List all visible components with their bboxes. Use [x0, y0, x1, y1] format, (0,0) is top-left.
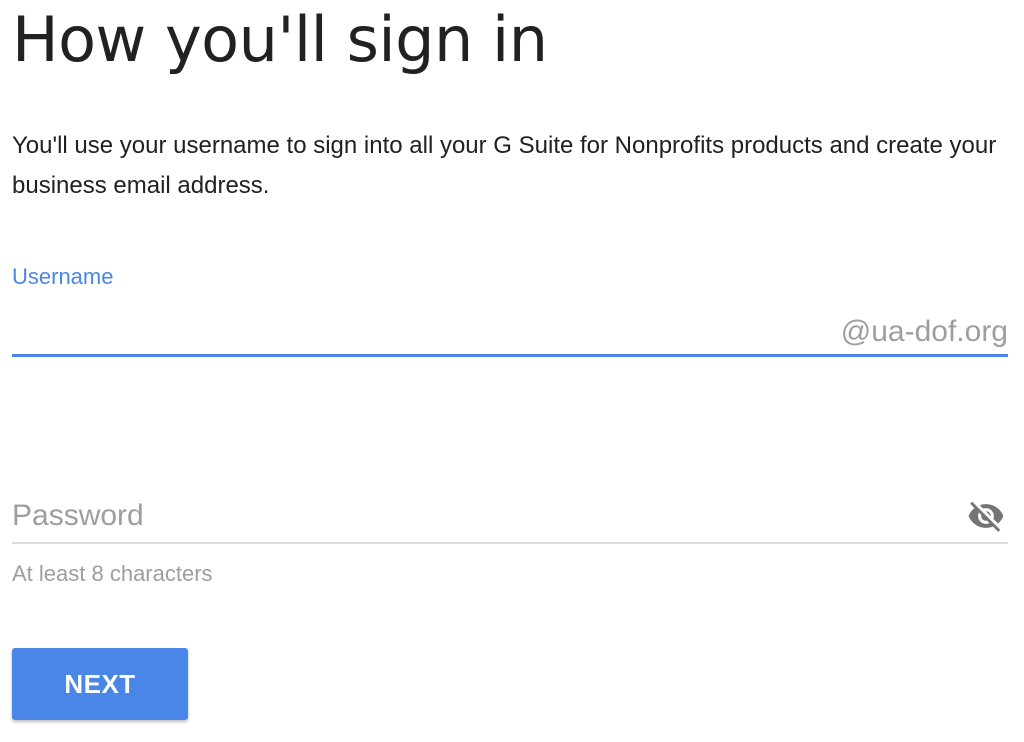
password-hint: At least 8 characters	[12, 561, 213, 586]
username-label: Username	[12, 264, 114, 289]
password-field	[12, 490, 1008, 544]
sign-in-page: How you'll sign in You'll use your usern…	[0, 0, 1024, 742]
page-title: How you'll sign in	[12, 3, 548, 76]
password-input[interactable]	[12, 492, 966, 540]
username-domain-suffix: @ua-dof.org	[840, 314, 1008, 348]
visibility-off-icon[interactable]	[966, 496, 1006, 536]
username-field: @ua-dof.org	[12, 305, 1008, 357]
page-description: You'll use your username to sign into al…	[12, 132, 997, 199]
next-button[interactable]: NEXT	[12, 648, 188, 720]
username-input[interactable]	[12, 307, 841, 352]
